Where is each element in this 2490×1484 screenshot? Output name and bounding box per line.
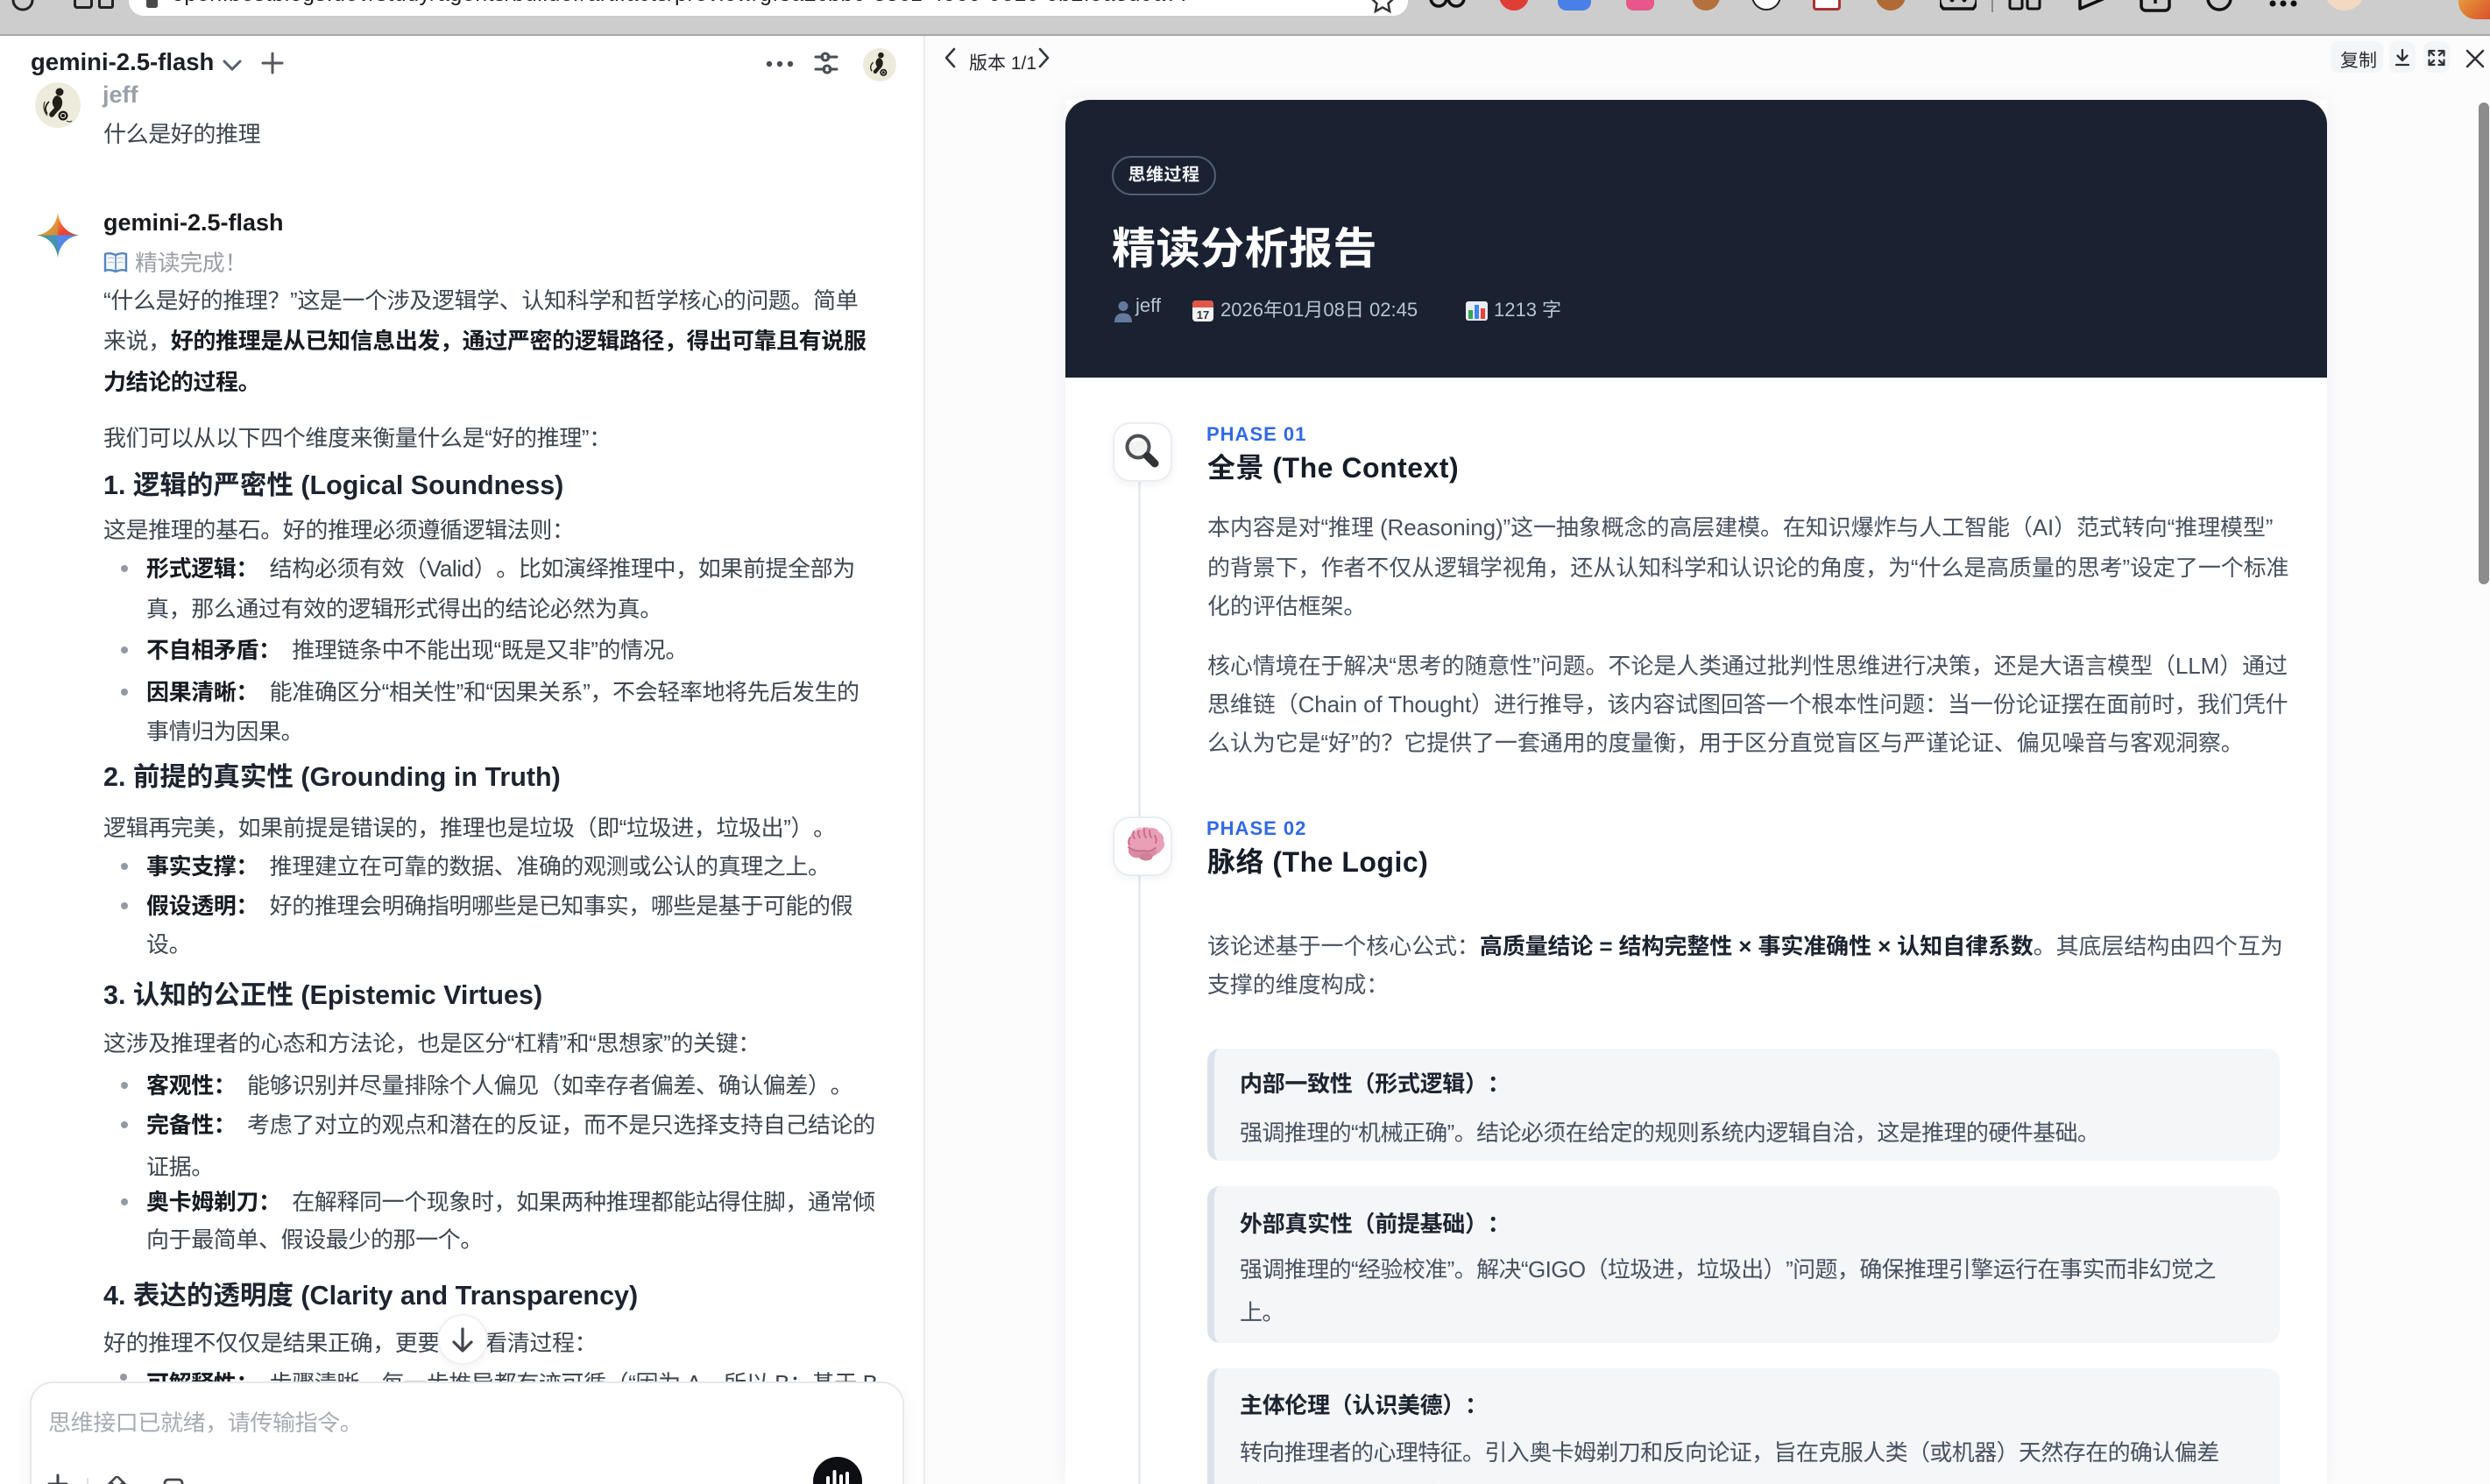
svg-text:17: 17 — [1197, 308, 1209, 322]
